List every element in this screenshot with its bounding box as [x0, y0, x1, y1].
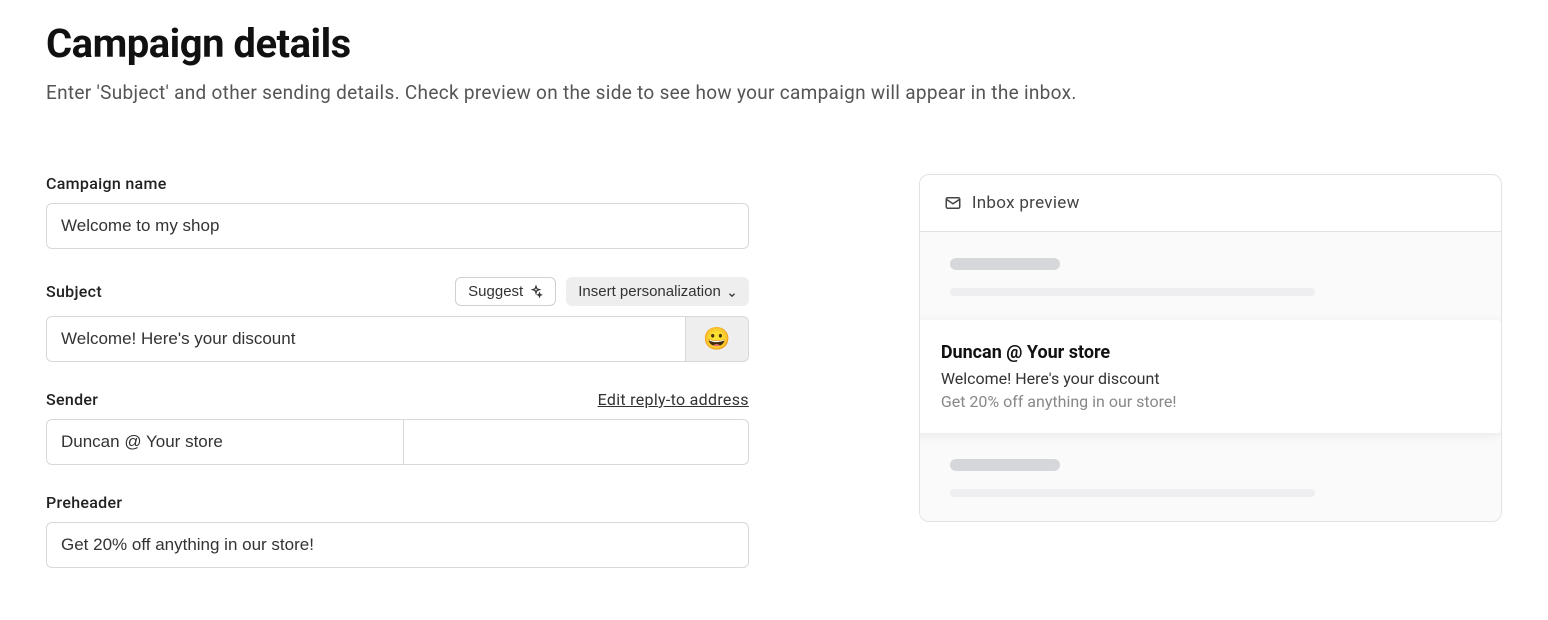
sender-group: Sender Edit reply-to address [46, 390, 749, 465]
inbox-preview-active-email: Duncan @ Your store Welcome! Here's your… [919, 320, 1501, 433]
skeleton-email-top [920, 232, 1501, 320]
chevron-down-icon [727, 287, 737, 297]
insert-personalization-button[interactable]: Insert personalization [566, 277, 749, 306]
inbox-preview-body: Duncan @ Your store Welcome! Here's your… [920, 232, 1501, 521]
subject-group: Subject Suggest Insert personalization [46, 277, 749, 362]
inbox-preview-card: Inbox preview Duncan @ Your store Welcom… [919, 174, 1502, 522]
skeleton-line [950, 489, 1315, 497]
inbox-preview-title: Inbox preview [972, 193, 1080, 213]
page-subtitle: Enter 'Subject' and other sending detail… [46, 81, 1502, 104]
sender-email-input[interactable] [404, 419, 748, 465]
campaign-name-group: Campaign name [46, 174, 749, 249]
subject-label: Subject [46, 282, 102, 301]
suggest-button-label: Suggest [468, 283, 523, 300]
suggest-button[interactable]: Suggest [455, 277, 556, 306]
skeleton-line [950, 288, 1315, 296]
emoji-icon: 😀 [703, 326, 730, 352]
skeleton-email-bottom [920, 433, 1501, 521]
form-column: Campaign name Subject Suggest [46, 174, 749, 596]
preheader-group: Preheader [46, 493, 749, 568]
preview-subject: Welcome! Here's your discount [941, 369, 1483, 388]
sparkle-icon [529, 285, 543, 299]
emoji-picker-button[interactable]: 😀 [685, 316, 749, 362]
skeleton-line [950, 258, 1060, 270]
sender-name-input[interactable] [46, 419, 404, 465]
sender-label: Sender [46, 390, 98, 409]
preview-sender: Duncan @ Your store [941, 342, 1483, 363]
skeleton-line [950, 459, 1060, 471]
insert-personalization-label: Insert personalization [578, 283, 721, 300]
campaign-name-input[interactable] [46, 203, 749, 249]
preheader-label: Preheader [46, 493, 122, 512]
campaign-name-label: Campaign name [46, 174, 167, 193]
inbox-preview-header: Inbox preview [920, 175, 1501, 232]
preheader-input[interactable] [46, 522, 749, 568]
preview-column: Inbox preview Duncan @ Your store Welcom… [919, 174, 1502, 596]
edit-reply-to-link[interactable]: Edit reply-to address [598, 390, 749, 409]
page-title: Campaign details [46, 20, 1502, 67]
mail-icon [944, 194, 962, 212]
preview-preheader: Get 20% off anything in our store! [941, 392, 1483, 411]
subject-input[interactable] [46, 316, 685, 362]
